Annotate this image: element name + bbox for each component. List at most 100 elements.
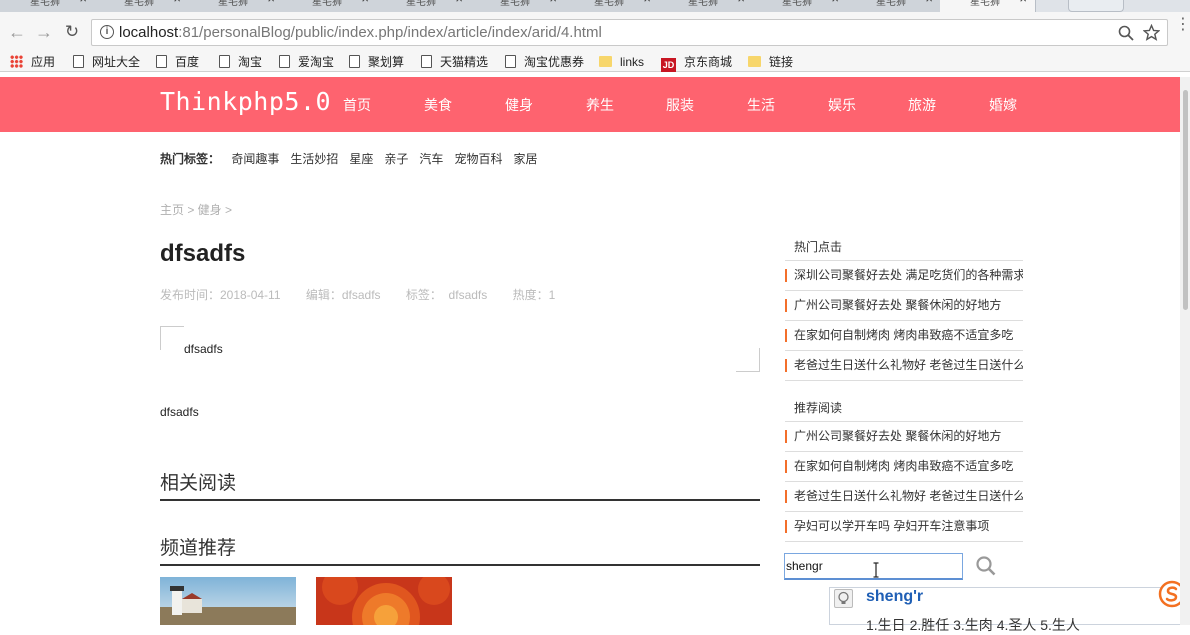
bookmark-item[interactable]: 百度 [156,53,199,71]
tab-close-icon[interactable]: × [1019,0,1027,5]
site-logo[interactable]: Thinkphp5.0 [160,87,331,116]
tab-label: 星宅狮 [30,0,60,8]
tab-close-icon[interactable]: × [737,0,745,5]
tab-close-icon[interactable]: × [831,0,839,5]
apps-grid-icon [10,55,23,68]
article-title: dfsadfs [160,240,246,267]
ime-candidates[interactable]: 1.生日 2.胜任 3.生肉 4.圣人 5.生人 [866,615,1080,635]
hot-tag-link[interactable]: 生活妙招 [290,152,338,166]
tab-label: 星宅狮 [594,0,624,8]
nav-link[interactable]: 首页 [343,95,371,115]
tab-label: 星宅狮 [970,0,1000,8]
tab-close-icon[interactable]: × [361,0,369,5]
back-button[interactable]: ← [6,21,28,43]
tab-close-icon[interactable]: × [455,0,463,5]
heat: 热度：1 [512,288,556,302]
bookmark-item[interactable]: 天猫精选 [421,53,488,71]
browser-tab[interactable]: 星宅狮 × [282,0,378,12]
bookmark-item[interactable]: 聚划算 [349,53,404,71]
bookmark-item[interactable]: 爱淘宝 [279,53,334,71]
tab-close-icon[interactable]: × [925,0,933,5]
tab-label: 星宅狮 [218,0,248,8]
tab-close-icon[interactable]: × [549,0,557,5]
browser-tab[interactable]: 星宅狮 × [564,0,660,12]
browser-tab[interactable]: 星宅狮 × [846,0,942,12]
new-tab-button[interactable] [1068,0,1124,12]
nav-link[interactable]: 生活 [747,95,775,115]
tab-label: 星宅狮 [312,0,342,8]
bookmark-item[interactable]: links [599,53,644,71]
browser-tab[interactable]: 星宅狮 × [376,0,472,12]
bookmark-label: 应用 [31,55,56,69]
tab-close-icon[interactable]: × [267,0,275,5]
page-icon [73,55,84,68]
tab-close-icon[interactable]: × [173,0,181,5]
tab-label: 星宅狮 [500,0,530,8]
sidebar-article-link[interactable]: 老爸过生日送什么礼物好 老爸过生日送什么好 [785,350,1023,380]
bookmark-item[interactable]: 淘宝优惠券 [505,53,584,71]
menu-icon[interactable]: ⋮ [1175,17,1190,33]
bookmark-item[interactable]: 应用 [10,53,55,71]
sidebar-article-link[interactable]: 在家如何自制烤肉 烤肉串致癌不适宜多吃 [785,320,1023,350]
forward-button[interactable]: → [33,21,55,43]
url-path: :81/personalBlog/public/index.php/index/… [178,24,602,41]
browser-tab[interactable]: 星宅狮 × [752,0,848,12]
hot-tag-link[interactable]: 奇闻趣事 [231,152,279,166]
bookmark-item[interactable]: 网址大全 [73,53,140,71]
breadcrumb[interactable]: 主页 > 健身 > [160,201,232,218]
site-header: Thinkphp5.0 首页 美食 健身 养生 服装 生活 娱乐 旅游 婚嫁 [0,77,1190,132]
browser-tab[interactable]: 星宅狮 × [470,0,566,12]
search-icon[interactable] [976,556,996,576]
hot-tag-link[interactable]: 星座 [349,152,373,166]
page-icon [505,55,516,68]
scrollbar-thumb[interactable] [1183,90,1188,310]
reload-button[interactable]: ↻ [61,21,83,43]
zoom-icon[interactable] [1118,25,1134,41]
sidebar-article-link[interactable]: 老爸过生日送什么礼物好 老爸过生日送什么好 [785,481,1023,511]
tab-label: 星宅狮 [124,0,154,8]
browser-tab[interactable]: 星宅狮 × [940,0,1036,12]
hot-tag-link[interactable]: 宠物百科 [454,152,502,166]
sidebar-article-link[interactable]: 广州公司聚餐好去处 聚餐休闲的好地方 [785,290,1023,320]
browser-tab[interactable]: 星宅狮 × [94,0,190,12]
nav-link[interactable]: 服装 [666,95,694,115]
bookmark-item[interactable]: 链接 [748,53,793,71]
lighthouse-image [160,577,296,625]
nav-link[interactable]: 健身 [505,95,533,115]
hot-tags-label: 热门标签： [160,152,221,166]
info-icon[interactable]: i [100,25,114,39]
folder-icon [599,56,612,67]
bookmark-item[interactable]: JD 京东商城 [661,53,732,72]
nav-link[interactable]: 旅游 [908,95,936,115]
recommend-thumb-flower[interactable] [316,577,452,625]
hot-tag-link[interactable]: 家居 [513,152,537,166]
sidebar-article-link[interactable]: 孕妇可以学开车吗 孕妇开车注意事项 [785,511,1023,541]
browser-tab[interactable]: 星宅狮 × [658,0,754,12]
recommend-thumb-lighthouse[interactable] [160,577,296,625]
hot-tag-link[interactable]: 汽车 [419,152,443,166]
hot-clicks-title: 热门点击 [794,240,843,254]
bulb-icon[interactable] [834,589,853,608]
nav-link[interactable]: 养生 [586,95,614,115]
hot-tag-link[interactable]: 亲子 [384,152,408,166]
nav-link[interactable]: 婚嫁 [989,95,1017,115]
nav-link[interactable]: 美食 [424,95,452,115]
tab-close-icon[interactable]: × [643,0,651,5]
page-icon [156,55,167,68]
tab-close-icon[interactable]: × [79,0,87,5]
sidebar-article-link[interactable]: 广州公司聚餐好去处 聚餐休闲的好地方 [785,421,1023,451]
address-bar[interactable]: i localhost:81/personalBlog/public/index… [91,19,1168,46]
bookmark-label: 网址大全 [92,55,141,69]
star-icon[interactable] [1143,24,1160,41]
quote-text: dfsadfs [184,342,223,356]
url-host: localhost [119,24,179,41]
bookmark-item[interactable]: 淘宝 [219,53,262,71]
nav-link[interactable]: 娱乐 [828,95,856,115]
sidebar-article-link[interactable]: 深圳公司聚餐好去处 满足吃货们的各种需求 [785,260,1023,290]
browser-tab[interactable]: 星宅狮 × [0,0,96,12]
ime-candidate-window: sheng'r 1.生日 2.胜任 3.生肉 4.圣人 5.生人 [829,587,1190,633]
sidebar-article-link[interactable]: 在家如何自制烤肉 烤肉串致癌不适宜多吃 [785,451,1023,481]
tab-label: 星宅狮 [688,0,718,8]
tab-label: 星宅狮 [876,0,906,8]
browser-tab[interactable]: 星宅狮 × [188,0,284,12]
